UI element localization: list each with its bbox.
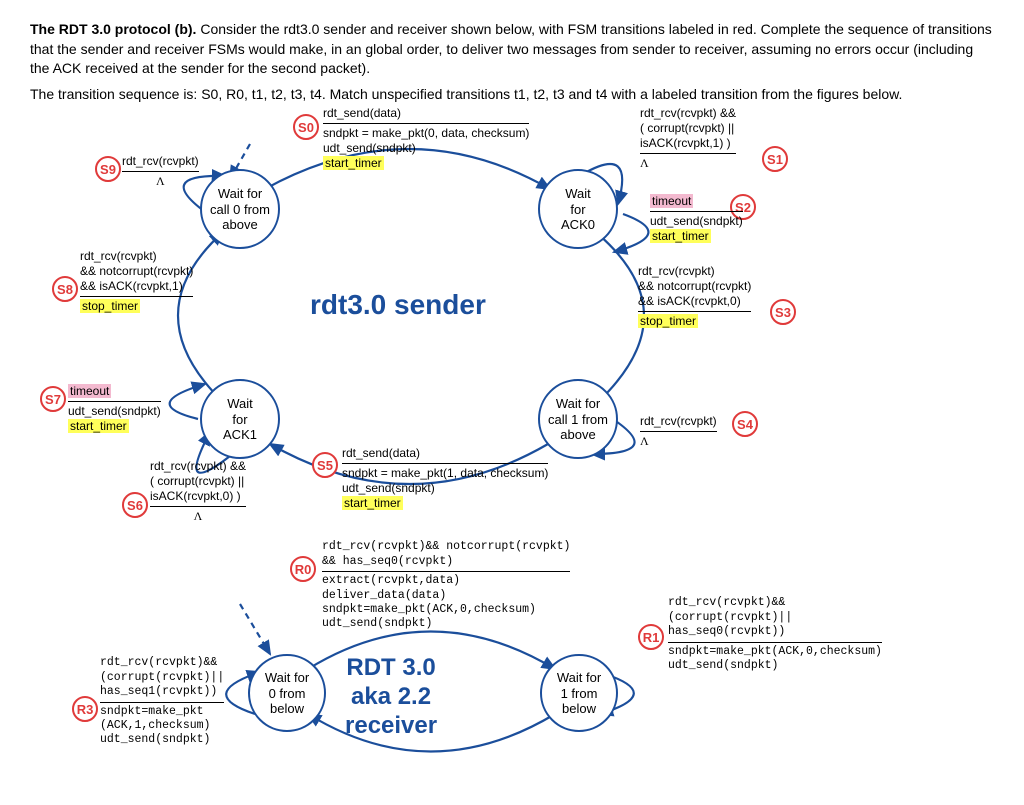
tag-s9: S9: [95, 156, 121, 182]
label-s4: rdt_rcv(rcvpkt) Λ: [640, 414, 717, 449]
tag-s6: S6: [122, 492, 148, 518]
tag-s7: S7: [40, 386, 66, 412]
label-s1: rdt_rcv(rcvpkt) && ( corrupt(rcvpkt) || …: [640, 106, 736, 171]
tag-r1: R1: [638, 624, 664, 650]
receiver-title: RDT 3.0 aka 2.2 receiver: [345, 654, 437, 740]
tag-s4: S4: [732, 411, 758, 437]
tag-r0: R0: [290, 556, 316, 582]
label-r1: rdt_rcv(rcvpkt)&& (corrupt(rcvpkt)|| has…: [668, 596, 882, 673]
label-s7: timeout udt_send(sndpkt) start_timer: [68, 384, 161, 434]
label-r3: rdt_rcv(rcvpkt)&& (corrupt(rcvpkt)|| has…: [100, 656, 224, 747]
label-s2: timeout udt_send(sndpkt) start_timer: [650, 194, 743, 244]
tag-r3: R3: [72, 696, 98, 722]
label-s0: rdt_send(data) sndpkt = make_pkt(0, data…: [323, 106, 529, 171]
question-paragraph-1: The RDT 3.0 protocol (b). Consider the r…: [30, 20, 994, 79]
label-s9: rdt_rcv(rcvpkt) Λ: [122, 154, 199, 189]
state-wait-call-1: Wait forcall 1 fromabove: [538, 379, 618, 459]
state-receiver-wait-1: Wait for1 frombelow: [540, 654, 618, 732]
tag-s5: S5: [312, 452, 338, 478]
tag-s8: S8: [52, 276, 78, 302]
sender-title: rdt3.0 sender: [310, 289, 486, 321]
label-r0: rdt_rcv(rcvpkt)&& notcorrupt(rcvpkt) && …: [322, 540, 570, 631]
question-paragraph-2: The transition sequence is: S0, R0, t1, …: [30, 85, 994, 105]
label-s8: rdt_rcv(rcvpkt) && notcorrupt(rcvpkt) &&…: [80, 249, 193, 314]
tag-s3: S3: [770, 299, 796, 325]
label-s6: rdt_rcv(rcvpkt) && ( corrupt(rcvpkt) || …: [150, 459, 246, 524]
question-title: The RDT 3.0 protocol (b).: [30, 21, 196, 37]
state-receiver-wait-0: Wait for0 frombelow: [248, 654, 326, 732]
tag-s1: S1: [762, 146, 788, 172]
tag-s0: S0: [293, 114, 319, 140]
label-s3: rdt_rcv(rcvpkt) && notcorrupt(rcvpkt) &&…: [638, 264, 751, 329]
state-wait-ack-1: WaitforACK1: [200, 379, 280, 459]
state-wait-ack-0: WaitforACK0: [538, 169, 618, 249]
state-wait-call-0: Wait forcall 0 fromabove: [200, 169, 280, 249]
label-s5: rdt_send(data) sndpkt = make_pkt(1, data…: [342, 446, 548, 511]
diagram-area: rdt3.0 sender Wait forcall 0 fromabove W…: [30, 114, 990, 754]
